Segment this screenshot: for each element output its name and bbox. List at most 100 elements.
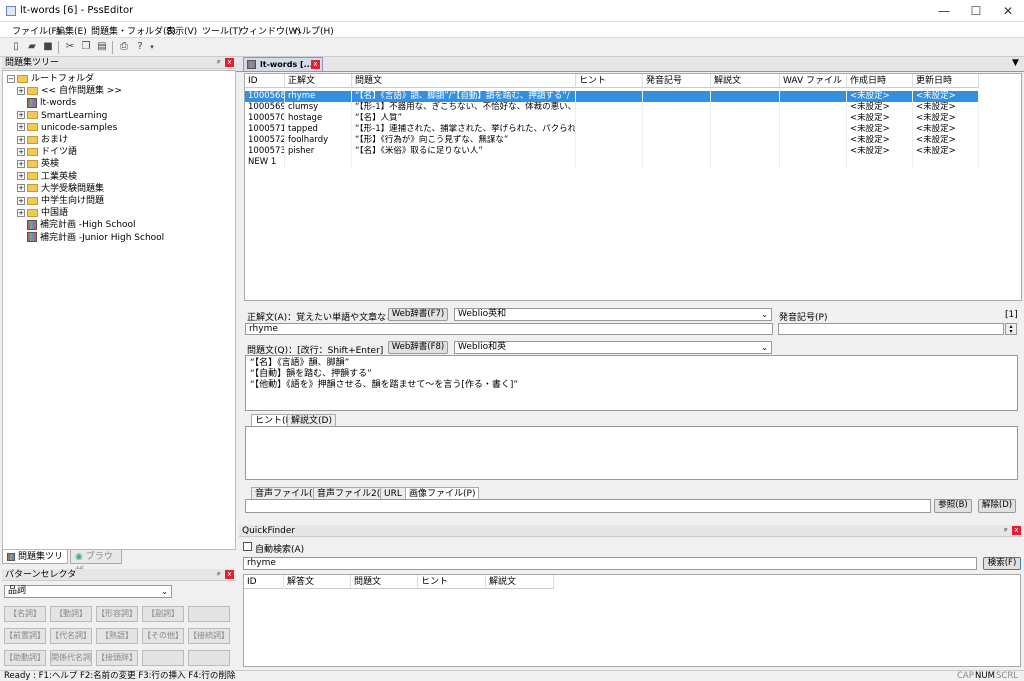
tree-node[interactable]: + 工業英検 — [17, 171, 77, 183]
pattern-button[interactable] — [188, 606, 230, 622]
web-dict-answer-button[interactable]: Web辞書(F7) — [388, 308, 448, 321]
menu-collection-folder[interactable]: 問題集・フォルダ(S) — [91, 24, 176, 37]
open-folder-icon[interactable]: ▰ — [26, 41, 38, 53]
auto-search-checkbox[interactable] — [243, 542, 252, 551]
table-row[interactable]: 1000572 foolhardy “【形】《行為が》向こう見ずな、無謀な” <未設定… — [245, 135, 1021, 146]
grid-column-header[interactable]: 正解文 — [285, 74, 352, 88]
close-pane-icon[interactable]: x — [225, 570, 234, 579]
expander-icon[interactable]: + — [17, 184, 25, 193]
grid-column-header[interactable]: 発音記号 — [643, 74, 711, 88]
pattern-button[interactable]: 【名詞】 — [4, 606, 46, 622]
table-row[interactable]: 1000573 pisher “【名】《米俗》取るに足りない人” <未設定> <未設定> — [245, 146, 1021, 157]
menu-help[interactable]: ヘルプ(H) — [293, 24, 334, 37]
pattern-button[interactable]: 【前置詞】 — [4, 628, 46, 644]
tree-node[interactable]: + unicode-samples — [17, 122, 117, 134]
tree-node[interactable]: + 中国語 — [17, 207, 68, 219]
tab-list-dropdown-icon[interactable]: ▼ — [1012, 58, 1019, 68]
menu-window[interactable]: ウィンドウ(W) — [240, 24, 301, 37]
pattern-button[interactable]: 関係代名詞 — [50, 650, 92, 666]
question-grid[interactable]: ID 正解文 問題文 ヒント 発音記号 解説文 WAV ファイル 作成日時 更新日時 100056… — [244, 73, 1022, 301]
tab-collection-tree[interactable]: 問題集ツリー — [2, 550, 68, 576]
save-icon[interactable]: ■ — [42, 41, 54, 53]
pattern-button[interactable]: 【助動詞】 — [4, 650, 46, 666]
expander-icon[interactable]: + — [17, 111, 25, 120]
tree-node[interactable]: 補完計画 -Junior High School — [17, 232, 164, 244]
clear-button[interactable]: 解除(D) — [978, 499, 1016, 513]
pronunciation-spinner[interactable]: ▴ ▾ — [1005, 323, 1017, 335]
menu-file[interactable]: ファイル(F) — [12, 24, 60, 37]
result-column-header[interactable]: ヒント — [418, 575, 486, 589]
table-row[interactable]: 1000570 hostage “【名】人質” <未設定> <未設定> — [245, 113, 1021, 124]
tree-node[interactable]: 補完計画 -High School — [17, 219, 136, 231]
web-dict-question-button[interactable]: Web辞書(F8) — [388, 341, 448, 354]
copy-icon[interactable]: ❐ — [80, 41, 92, 53]
print-icon[interactable]: ⎙ — [118, 41, 130, 53]
expander-icon[interactable]: − — [7, 74, 15, 83]
grid-column-header[interactable]: 解説文 — [711, 74, 780, 88]
table-row[interactable]: 1000571 tapped “【形-1】連捕された、捕掌された、挙げられた、パクら… — [245, 124, 1021, 135]
grid-column-header[interactable]: WAV ファイル — [780, 74, 847, 88]
tab-browser[interactable]: ◉ ブラウザ — [70, 550, 122, 576]
pattern-dropdown[interactable]: 品詞 ⌄ — [4, 585, 172, 598]
result-column-header[interactable]: 解説文 — [486, 575, 554, 589]
tree-node[interactable]: + SmartLearning — [17, 110, 107, 122]
close-pane-icon[interactable]: x — [1012, 526, 1021, 535]
table-row[interactable]: 1000569 clumsy “【形-1】不器用な、ぎこちない、不恰好な、体裁の悪い… — [245, 102, 1021, 113]
tree-node[interactable]: − ルートフォルダ — [7, 73, 94, 85]
pin-icon[interactable]: ᵖ — [214, 58, 224, 68]
pin-icon[interactable]: ᵖ — [1001, 526, 1011, 536]
paste-icon[interactable]: ▤ — [96, 41, 108, 53]
expander-icon[interactable]: + — [17, 123, 25, 132]
pattern-button[interactable]: 【代名詞】 — [50, 628, 92, 644]
menu-tools[interactable]: ツール(T) — [202, 24, 242, 37]
tree-node[interactable]: + おまけ — [17, 134, 68, 146]
file-path-input[interactable] — [245, 499, 931, 513]
expander-icon[interactable]: + — [17, 86, 25, 95]
pattern-button[interactable] — [142, 650, 184, 666]
tree-node[interactable]: + 英検 — [17, 158, 59, 170]
answer-input[interactable]: rhyme — [245, 323, 773, 335]
menu-edit[interactable]: 編集(E) — [56, 24, 87, 37]
close-tab-icon[interactable]: x — [311, 60, 320, 69]
pattern-button[interactable]: 【接続詞】 — [188, 628, 230, 644]
expander-icon[interactable]: + — [17, 135, 25, 144]
grid-column-header[interactable]: 更新日時 — [913, 74, 979, 88]
tree-node[interactable]: + 中学生向け問題 — [17, 195, 104, 207]
result-column-header[interactable]: ID — [244, 575, 284, 589]
minimize-button[interactable]: — — [928, 0, 960, 22]
grid-column-header[interactable]: ID — [245, 74, 285, 88]
grid-column-header[interactable]: 作成日時 — [847, 74, 913, 88]
pin-icon[interactable]: ᵖ — [214, 570, 224, 580]
expander-icon[interactable]: + — [17, 147, 25, 156]
pattern-button[interactable]: 【熟語】 — [96, 628, 138, 644]
result-column-header[interactable]: 解答文 — [284, 575, 351, 589]
tab-url[interactable]: URL — [380, 487, 406, 499]
expander-icon[interactable]: + — [17, 159, 25, 168]
new-file-icon[interactable]: ▯ — [10, 41, 22, 53]
pattern-button[interactable]: 【形容詞】 — [96, 606, 138, 622]
maximize-button[interactable]: ☐ — [960, 0, 992, 22]
pattern-button[interactable]: 【その他】 — [142, 628, 184, 644]
quickfinder-search-input[interactable]: rhyme — [243, 557, 977, 570]
expander-icon[interactable]: + — [17, 172, 25, 181]
tree-node[interactable]: + ドイツ語 — [17, 146, 77, 158]
expander-icon[interactable]: + — [17, 208, 25, 217]
help-pointer-icon[interactable]: ? — [134, 41, 146, 53]
quickfinder-results[interactable]: ID 解答文 問題文 ヒント 解説文 — [243, 574, 1021, 667]
table-row[interactable]: NEW 1 — [245, 157, 1021, 168]
pattern-button[interactable]: 【接頭辞】 — [96, 650, 138, 666]
pronunciation-input[interactable] — [778, 323, 1004, 335]
hint-textarea[interactable] — [245, 426, 1018, 480]
pattern-button[interactable]: 【動詞】 — [50, 606, 92, 622]
tree-node[interactable]: + << 自作問題集 >> — [17, 85, 122, 97]
result-column-header[interactable]: 問題文 — [351, 575, 418, 589]
menu-view[interactable]: 表示(V) — [166, 24, 197, 37]
grid-column-header[interactable]: 問題文 — [352, 74, 576, 88]
table-row[interactable]: 1000568 rhyme “【名】《言語》韻、脚韻”/“【自動】韻を踏む、押韻する… — [245, 91, 1021, 102]
search-button[interactable]: 検索(F) — [983, 557, 1021, 570]
grid-column-header[interactable]: ヒント — [576, 74, 643, 88]
answer-dictionary-select[interactable]: Weblio英和 ⌄ — [454, 308, 772, 321]
close-pane-icon[interactable]: x — [225, 58, 234, 67]
cut-icon[interactable]: ✂ — [64, 41, 76, 53]
tree-node[interactable]: lt-words — [17, 97, 76, 109]
